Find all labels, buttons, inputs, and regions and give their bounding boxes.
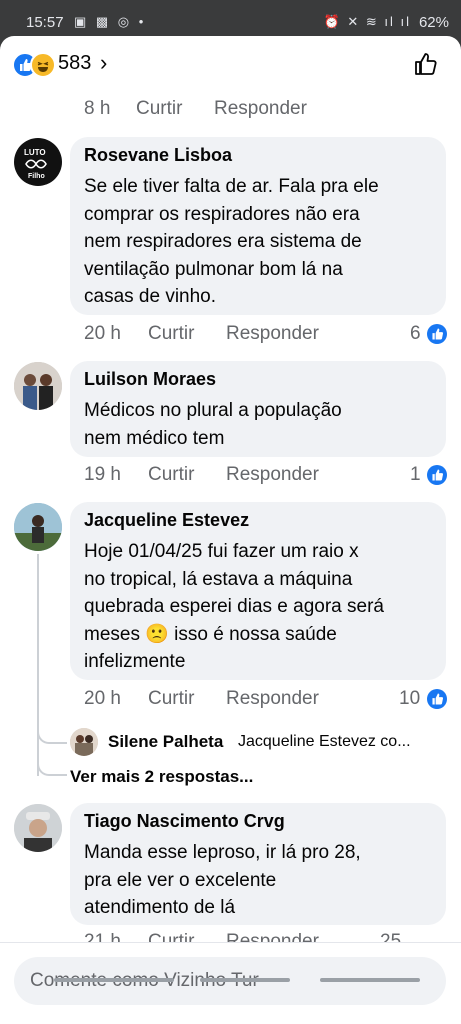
commenter-name[interactable]: Tiago Nascimento Crvg — [84, 811, 285, 832]
reply-action[interactable]: Responder — [226, 688, 319, 710]
like-action[interactable]: Curtir — [148, 464, 194, 486]
sheet-header: 583 › — [0, 36, 461, 94]
comment-bubble[interactable]: Tiago Nascimento Crvg Manda esse leproso… — [70, 803, 446, 925]
commenter-name[interactable]: Luilson Moraes — [84, 369, 216, 390]
like-action[interactable]: Curtir — [136, 98, 182, 120]
comment-meta-row: 8 h Curtir Responder — [84, 98, 444, 124]
reaction-count[interactable]: 583 — [58, 52, 91, 75]
like-reaction-icon — [427, 465, 447, 485]
comment-bubble[interactable]: Jacqueline Estevez Hoje 01/04/25 fui faz… — [70, 502, 446, 680]
like-reaction-icon — [427, 324, 447, 344]
avatar[interactable] — [14, 503, 62, 551]
commenter-name[interactable]: Rosevane Lisboa — [84, 145, 232, 166]
comment-meta-row: 19 h Curtir Responder — [84, 464, 444, 490]
svg-text:Filho: Filho — [28, 173, 45, 180]
avatar — [70, 728, 98, 756]
comment-time: 20 h — [84, 688, 121, 709]
commenter-name[interactable]: Jacqueline Estevez — [84, 510, 249, 531]
comments-sheet: 583 › 8 h Curtir Responder LUTO Filho Ro… — [0, 36, 461, 1024]
svg-text:LUTO: LUTO — [24, 148, 46, 157]
reply-preview[interactable]: Silene Palheta Jacqueline Estevez co... — [70, 728, 450, 758]
thread-line — [37, 554, 39, 776]
like-button-icon[interactable] — [413, 51, 439, 77]
reply-author[interactable]: Silene Palheta — [108, 732, 223, 752]
avatar[interactable] — [14, 804, 62, 852]
nav-bar-segment — [54, 978, 174, 982]
reaction-count[interactable]: 1 — [410, 464, 421, 486]
system-icons: ⏰ ✕ ≋ ıl ıl — [323, 14, 411, 29]
reaction-count[interactable]: 6 — [410, 323, 421, 345]
thread-branch — [37, 760, 67, 776]
comment-text: Hoje 01/04/25 fui fazer um raio x no tro… — [84, 541, 384, 672]
view-more-replies-link[interactable]: Ver mais 2 respostas... — [70, 767, 253, 787]
like-reaction-icon — [427, 689, 447, 709]
comment-text: Se ele tiver falta de ar. Fala pra ele c… — [84, 176, 379, 307]
reply-action[interactable]: Responder — [214, 98, 307, 120]
like-action[interactable]: Curtir — [148, 323, 194, 345]
reaction-count[interactable]: 10 — [399, 688, 420, 710]
comment-bubble[interactable]: Luilson Moraes Médicos no plural a popul… — [70, 361, 446, 457]
nav-bar-segment — [320, 978, 420, 982]
comment-time: 20 h — [84, 323, 121, 344]
like-action[interactable]: Curtir — [148, 688, 194, 710]
reaction-summary[interactable] — [12, 52, 56, 78]
haha-reaction-icon — [30, 52, 56, 78]
comment-time: 8 h — [84, 98, 111, 119]
battery-level: 62% — [418, 14, 449, 31]
reply-snippet: Jacqueline Estevez co... — [238, 733, 411, 750]
thread-branch — [37, 728, 67, 744]
comment-meta-row: 20 h Curtir Responder — [84, 688, 444, 714]
comment-text: Manda esse leproso, ir lá pro 28, pra el… — [84, 842, 361, 918]
comment-composer: Comente como Vizinho Tur — [0, 942, 461, 1024]
reply-action[interactable]: Responder — [226, 464, 319, 486]
comment-text: Médicos no plural a população nem médico… — [84, 400, 342, 449]
comment-bubble[interactable]: Rosevane Lisboa Se ele tiver falta de ar… — [70, 137, 446, 315]
status-time: 15:57 — [26, 14, 64, 31]
comment-time: 19 h — [84, 464, 121, 485]
avatar[interactable] — [14, 362, 62, 410]
chevron-right-icon[interactable]: › — [100, 50, 107, 76]
notification-icons: ▣ ▩ ◎ • — [74, 14, 147, 29]
nav-bar-segment — [200, 978, 290, 982]
reply-action[interactable]: Responder — [226, 323, 319, 345]
comment-meta-row: 20 h Curtir Responder — [84, 323, 444, 349]
avatar[interactable]: LUTO Filho — [14, 138, 62, 186]
